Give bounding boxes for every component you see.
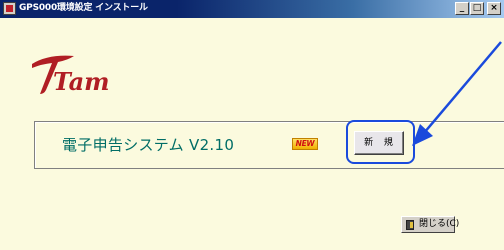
- window-title: GPS000環境設定 インストール: [19, 3, 148, 13]
- minimize-button[interactable]: _: [455, 2, 469, 15]
- logo-text: Tam: [53, 67, 110, 96]
- close-button-label: 閉じる(C): [419, 219, 460, 229]
- door-icon: [406, 220, 414, 230]
- close-button[interactable]: 閉じる(C): [401, 216, 459, 233]
- maximize-button[interactable]: □: [470, 2, 484, 15]
- close-window-button[interactable]: ×: [487, 2, 501, 15]
- product-name: 電子申告システム V2.10: [62, 136, 235, 154]
- arrow-icon: [412, 41, 502, 146]
- window-controls: _ □ ×: [455, 2, 501, 15]
- new-badge: NEW: [292, 138, 318, 150]
- tam-logo: Tam: [32, 55, 110, 96]
- installer-window: GPS000環境設定 インストール _ □ × Tam 電子申告システム V2.…: [0, 0, 504, 250]
- app-icon[interactable]: [3, 2, 16, 15]
- title-bar[interactable]: GPS000環境設定 インストール _ □ ×: [0, 0, 504, 18]
